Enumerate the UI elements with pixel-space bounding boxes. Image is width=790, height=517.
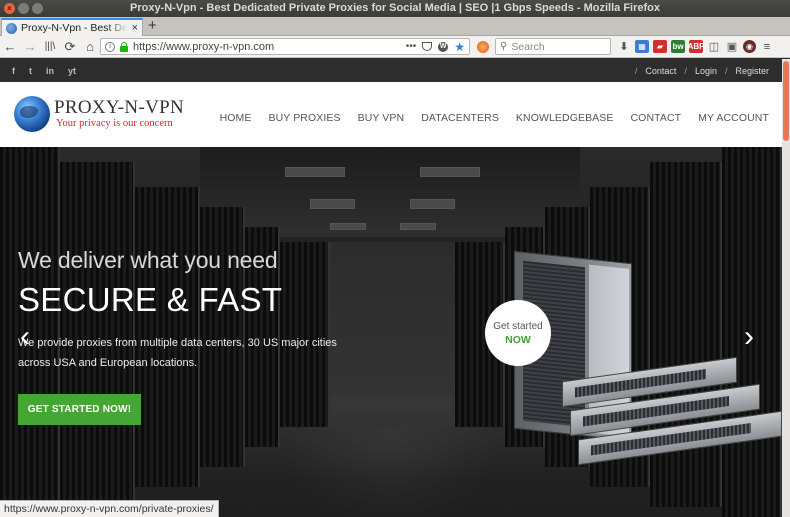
back-button[interactable]: ← [0,37,20,57]
screenshot-icon[interactable]: ▣ [725,40,739,53]
badge-line-1: Get started [493,320,543,332]
site-header: PROXY-N-VPN Your privacy is our concern … [0,82,782,147]
social-links: f t in yt [12,66,76,76]
tab-strip: Proxy-N-Vpn - Best Dedicated Private Pro… [0,17,790,36]
lock-icon[interactable] [120,41,128,52]
nav-buy-proxies[interactable]: BUY PROXIES [268,112,340,124]
site-logo[interactable]: PROXY-N-VPN Your privacy is our concern [14,96,184,132]
scrollbar-thumb[interactable] [783,61,789,141]
page-viewport: f t in yt / Contact / Login / Register P… [0,59,790,517]
logo-name: PROXY-N-VPN [54,97,184,118]
browser-window: × Proxy-N-Vpn - Best Dedicated Private P… [0,0,790,517]
extension-red-icon[interactable]: ▰ [653,40,667,53]
search-bar[interactable]: ⚲ Search [495,38,611,55]
slider-next-icon[interactable]: › [744,322,754,352]
info-icon[interactable]: i [105,41,115,52]
forward-button[interactable]: → [20,37,40,57]
url-text[interactable]: https://www.proxy-n-vpn.com [133,41,274,53]
window-title: Proxy-N-Vpn - Best Dedicated Private Pro… [129,2,661,14]
nav-datacenters[interactable]: DATACENTERS [421,112,499,124]
title-bar: × Proxy-N-Vpn - Best Dedicated Private P… [0,0,790,17]
logo-tagline: Your privacy is our concern [56,118,173,129]
menu-icon[interactable]: ≡ [760,40,774,53]
toolbar-icons: ⬇ ▦ ▰ bw ABP ◫ ▣ ◉ ≡ [617,40,774,53]
nav-my-account[interactable]: MY ACCOUNT [698,112,769,124]
url-bar[interactable]: i https://www.proxy-n-vpn.com ••• W ★ [100,38,470,55]
window-minimize-button[interactable] [18,3,29,14]
hero-ceiling [200,147,580,237]
facebook-icon[interactable]: f [12,66,15,76]
tab-active[interactable]: Proxy-N-Vpn - Best Dedicated Private Pro… [1,18,143,36]
register-link[interactable]: Register [735,66,769,76]
hero-title: SECURE & FAST [18,281,283,318]
extension-bw-icon[interactable]: bw [671,40,685,53]
tab-close-icon[interactable]: × [132,22,138,34]
nav-contact[interactable]: CONTACT [631,112,682,124]
page-scrollbar[interactable] [782,59,790,517]
new-tab-button[interactable]: + [148,17,157,36]
slider-prev-icon[interactable]: ‹ [20,322,30,352]
page-actions-button[interactable]: ••• [406,41,417,52]
youtube-icon[interactable]: yt [68,66,76,76]
home-button[interactable]: ⌂ [80,37,100,57]
globe-icon [14,96,50,132]
reload-button[interactable]: ⟳ [60,37,80,57]
search-input[interactable]: Search [511,41,544,53]
site-topbar: f t in yt / Contact / Login / Register [0,59,782,82]
badge-line-2: NOW [505,333,531,346]
main-nav: HOME BUY PROXIES BUY VPN DATACENTERS KNO… [220,112,769,124]
nav-buy-vpn[interactable]: BUY VPN [358,112,405,124]
download-icon[interactable]: ⬇ [617,40,631,53]
contact-link[interactable]: Contact [645,66,676,76]
url-actions: ••• W ★ [406,40,465,54]
nav-knowledgebase[interactable]: KNOWLEDGEBASE [516,112,614,124]
library-button[interactable]: |||\ [40,37,60,57]
favicon-icon [6,22,17,34]
nav-toolbar: ← → |||\ ⟳ ⌂ i https://www.proxy-n-vpn.c… [0,36,790,58]
get-started-badge[interactable]: Get started NOW [485,300,551,366]
nav-home[interactable]: HOME [220,112,252,124]
extension-puzzle-icon[interactable]: ▦ [635,40,649,53]
linkedin-icon[interactable]: in [46,66,54,76]
adblock-icon[interactable]: ABP [688,40,704,53]
get-started-button[interactable]: GET STARTED NOW! [18,394,141,425]
bookmark-star-icon[interactable]: ★ [454,40,465,54]
wordpress-icon[interactable]: W [438,41,449,52]
search-icon: ⚲ [500,41,508,52]
hero-slider: We deliver what you need SECURE & FAST W… [0,147,782,517]
twitter-icon[interactable]: t [29,66,32,76]
window-controls: × [4,3,43,14]
extension-orange-icon[interactable] [477,41,489,53]
hero-description: We provide proxies from multiple data ce… [18,337,337,369]
top-links: / Contact / Login / Register [634,65,769,76]
pocket-icon[interactable] [422,42,433,51]
login-link[interactable]: Login [695,66,717,76]
window-close-button[interactable]: × [4,3,15,14]
profile-icon[interactable]: ◉ [743,40,756,53]
status-bar: https://www.proxy-n-vpn.com/private-prox… [0,500,219,517]
tab-title: Proxy-N-Vpn - Best Dedicated Private Pro… [21,22,128,34]
window-maximize-button[interactable] [32,3,43,14]
hero-subtitle: We deliver what you need [18,247,278,273]
sidebar-icon[interactable]: ◫ [707,40,721,53]
